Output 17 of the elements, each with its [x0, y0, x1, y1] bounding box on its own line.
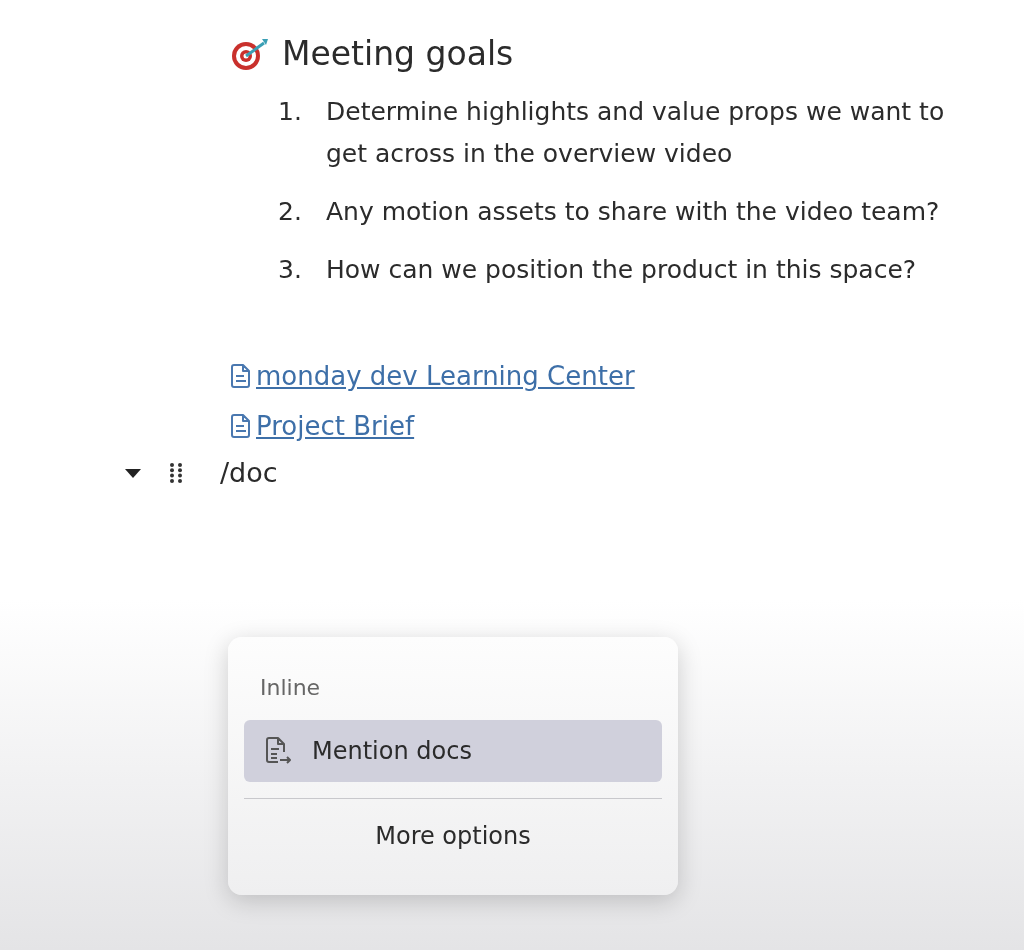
more-options-button[interactable]: More options — [369, 821, 537, 851]
doc-link[interactable]: monday dev Learning Center — [256, 361, 635, 391]
document-icon — [230, 413, 252, 439]
menu-item[interactable]: Mention docs — [244, 720, 662, 782]
document-icon — [230, 363, 252, 389]
command-text: /doc — [220, 457, 278, 488]
list-number: 1. — [278, 96, 303, 128]
goal-text: Determine highlights and value props we want to get across in the overview video — [326, 96, 946, 170]
list-number: 2. — [278, 196, 303, 228]
heading-title: Meeting goals — [282, 34, 514, 73]
goal-text: Any motion assets to share with the video team? — [326, 196, 940, 228]
list-number: 3. — [278, 254, 303, 286]
doc-link[interactable]: Project Brief — [256, 411, 415, 441]
document-arrow-icon — [264, 736, 292, 766]
drag-handle-icon[interactable] — [168, 461, 184, 484]
goal-text: How can we position the product in this space? — [326, 254, 917, 286]
section-label: Inline — [260, 675, 322, 700]
